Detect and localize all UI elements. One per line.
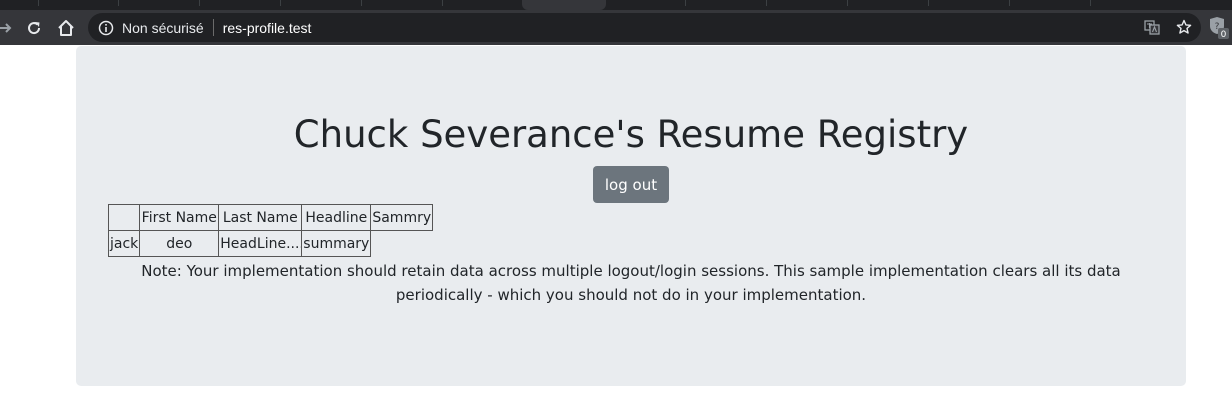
- table-cell-summary: summary: [301, 230, 372, 257]
- jumbotron-container: Chuck Severance's Resume Registry log ou…: [76, 46, 1186, 386]
- security-label[interactable]: Non sécurisé: [122, 20, 204, 36]
- tab-separator: [847, 0, 848, 6]
- tab-separator: [685, 0, 686, 6]
- table-header-cell: Sammry: [370, 204, 434, 231]
- table-cell-headline: HeadLine....: [218, 230, 303, 257]
- table-header-cell: First Name: [139, 204, 220, 231]
- forward-button[interactable]: [0, 15, 18, 41]
- tab-separator: [38, 0, 39, 6]
- tab-separator: [361, 0, 362, 6]
- tab-separator: [280, 0, 281, 6]
- table-cell-first-name: jack: [107, 230, 141, 257]
- home-icon: [58, 20, 74, 36]
- implementation-note: Note: Your implementation should retain …: [141, 262, 1121, 304]
- tab-separator: [766, 0, 767, 6]
- tab-separator: [1090, 0, 1091, 6]
- tab-separator: [118, 0, 119, 6]
- table-header-row: First Name Last Name Headline Sammry: [107, 204, 434, 231]
- table-header-cell: Last Name: [218, 204, 303, 231]
- star-icon[interactable]: [1175, 18, 1193, 36]
- active-tab[interactable]: [522, 0, 606, 10]
- table-row: jack deo HeadLine.... summary: [107, 230, 433, 257]
- table-header-cell: [107, 204, 141, 231]
- url-text[interactable]: res-profile.test: [223, 20, 312, 36]
- address-bar[interactable]: Non sécurisé res-profile.test: [88, 13, 1201, 42]
- page-title: Chuck Severance's Resume Registry: [293, 113, 969, 156]
- table-cell-empty: [371, 231, 433, 257]
- extension-icon[interactable]: ? 0: [1208, 16, 1230, 40]
- reload-button[interactable]: [21, 15, 47, 41]
- home-button[interactable]: [53, 15, 79, 41]
- table-header-cell: Headline: [301, 204, 372, 231]
- table-cell-last-name: deo: [139, 230, 220, 257]
- address-bar-actions: [1143, 18, 1193, 36]
- info-icon[interactable]: [98, 20, 114, 36]
- tab-separator: [928, 0, 929, 6]
- browser-toolbar: Non sécurisé res-profile.test ? 0: [0, 10, 1232, 45]
- reload-icon: [28, 22, 41, 35]
- tab-separator: [1009, 0, 1010, 6]
- logout-button[interactable]: log out: [593, 166, 669, 203]
- address-separator: [212, 19, 214, 36]
- extension-badge: 0: [1221, 30, 1227, 40]
- tab-separator: [199, 0, 200, 6]
- tab-separator: [442, 0, 443, 6]
- resume-table: First Name Last Name Headline Sammry jac…: [107, 204, 434, 257]
- translate-icon[interactable]: [1143, 18, 1161, 36]
- tab-strip: [0, 0, 1232, 10]
- arrow-right-icon: [0, 23, 12, 33]
